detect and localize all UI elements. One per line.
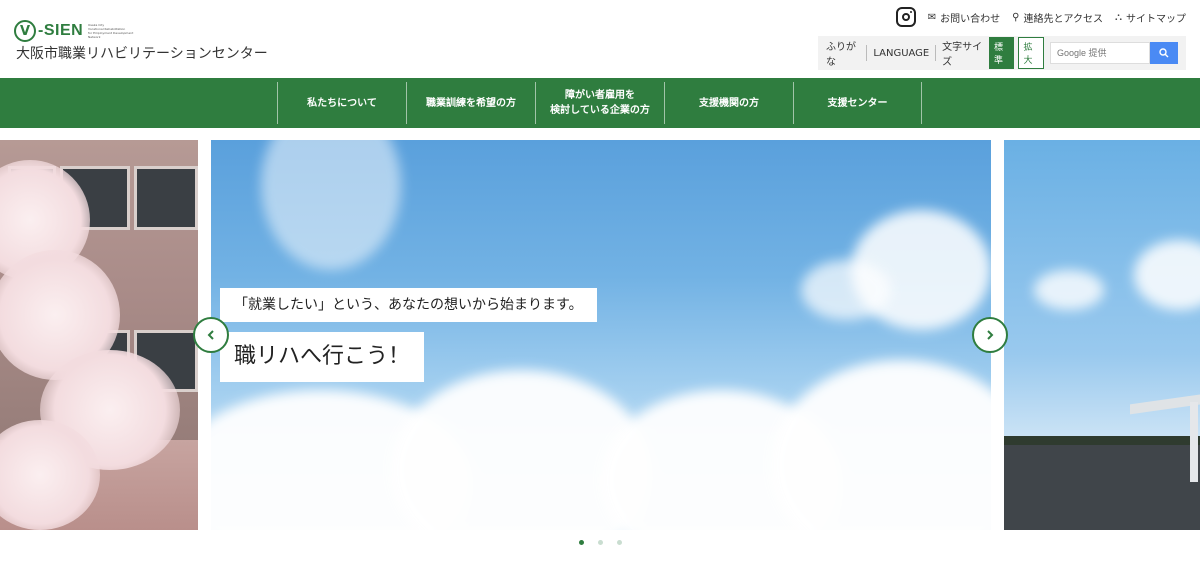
nav-item-label-line: 障がい者雇用を (564, 90, 635, 101)
cloud (1034, 270, 1104, 310)
search-button[interactable] (1149, 42, 1178, 64)
contact-label: お問い合わせ (940, 13, 1001, 25)
font-size-standard-button[interactable]: 標準 (988, 37, 1015, 69)
nav-item-training[interactable]: 職業訓練を希望の方 (406, 82, 535, 124)
cloud (771, 360, 991, 530)
chevron-right-icon (987, 330, 994, 340)
logo-mark: V -SIEN (14, 20, 83, 42)
sitemap-label: サイトマップ (1126, 13, 1186, 25)
access-label: 連絡先とアクセス (1023, 13, 1104, 25)
nav-list: 私たちについて 職業訓練を希望の方 障がい者雇用を 検討している企業の方 支援機… (277, 82, 922, 124)
nav-item-about[interactable]: 私たちについて (277, 82, 406, 124)
slider-next-button[interactable] (972, 317, 1008, 353)
nav-item-employers[interactable]: 障がい者雇用を 検討している企業の方 (535, 82, 664, 124)
nav-item-label: 職業訓練を希望の方 (426, 97, 516, 109)
hero-slider: 「就業したい」という、あなたの想いから始まります。 職リハへ行こう！ (0, 140, 1200, 530)
sitemap-link[interactable]: ⛬ サイトマップ (1115, 10, 1186, 25)
slide-image-building-blossoms (0, 140, 198, 530)
cloud (1134, 240, 1200, 310)
mail-icon: ✉ (927, 11, 937, 23)
slide-image-facility (1004, 140, 1200, 530)
sitemap-icon: ⛬ (1115, 11, 1122, 23)
road (1004, 445, 1200, 530)
slider-dot[interactable] (578, 540, 584, 545)
language-button[interactable]: LANGUAGE (873, 48, 929, 59)
instagram-icon[interactable] (895, 7, 916, 27)
site-search (1049, 42, 1178, 64)
font-size-large-button[interactable]: 拡大 (1018, 37, 1044, 69)
access-link[interactable]: ⚲ 連絡先とアクセス (1012, 10, 1103, 25)
slider-prev-button[interactable] (193, 317, 229, 353)
slider-dot[interactable] (616, 540, 622, 545)
utility-links: ✉ お問い合わせ ⚲ 連絡先とアクセス ⛬ サイトマップ (895, 6, 1186, 28)
nav-item-label: 支援機関の方 (699, 97, 759, 109)
divider (866, 45, 868, 61)
slider-dot[interactable] (597, 540, 603, 545)
search-icon (1159, 48, 1169, 58)
map-pin-icon: ⚲ (1012, 11, 1020, 23)
contact-link[interactable]: ✉ お問い合わせ (928, 10, 1000, 25)
hero-title: 職リハへ行こう！ (220, 332, 425, 382)
font-size-label: 文字サイズ (942, 42, 983, 68)
divider (935, 45, 937, 61)
site-name: 大阪市職業リハビリテーションセンター (16, 46, 268, 62)
nav-item-label: 支援センター (827, 97, 888, 109)
logo-tagline: Osaka City Vocational Rehabilitation for… (88, 23, 148, 39)
nav-item-support-agencies[interactable]: 支援機関の方 (664, 82, 793, 124)
building-window (134, 166, 198, 230)
cloud (801, 260, 891, 320)
chevron-left-icon (207, 330, 214, 340)
furigana-button[interactable]: ふりがな (826, 38, 860, 68)
nav-item-label-line: 検討している企業の方 (550, 105, 650, 116)
site-header: V -SIEN Osaka City Vocational Rehabilita… (0, 0, 1200, 78)
logo-tagline-line: Network (88, 35, 101, 39)
nav-item-label: 私たちについて (307, 97, 377, 109)
main-nav: 私たちについて 職業訓練を希望の方 障がい者雇用を 検討している企業の方 支援機… (0, 78, 1200, 128)
slider-pagination (0, 540, 1200, 545)
site-logo[interactable]: V -SIEN Osaka City Vocational Rehabilita… (14, 20, 268, 65)
nav-item-support-center[interactable]: 支援センター (793, 82, 922, 124)
logo-v-letter: V (14, 20, 36, 42)
accessibility-toolbar: ふりがな LANGUAGE 文字サイズ 標準 拡大 (818, 36, 1186, 70)
cloud (261, 140, 401, 270)
canopy-pole (1190, 402, 1198, 482)
logo-word: -SIEN (38, 22, 84, 39)
search-input[interactable] (1049, 42, 1150, 64)
hero-subtitle: 「就業したい」という、あなたの想いから始まります。 (220, 288, 597, 322)
nav-item-label: 障がい者雇用を 検討している企業の方 (550, 88, 650, 118)
